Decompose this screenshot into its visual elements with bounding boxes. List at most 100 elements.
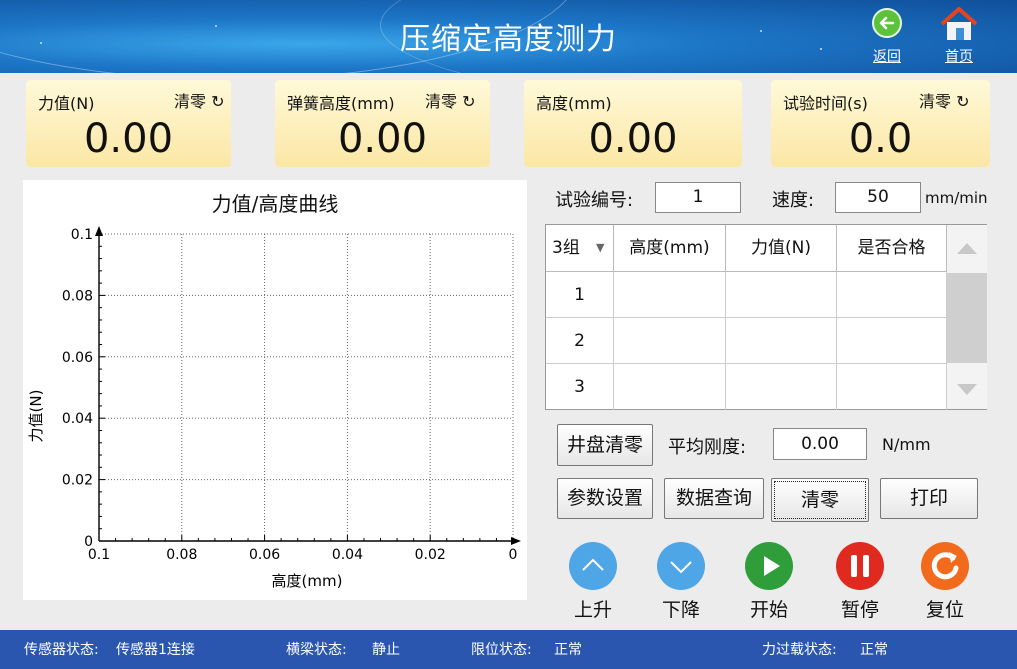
reset-icon — [921, 542, 969, 590]
height-panel: 高度(mm) 0.00 — [524, 80, 742, 167]
x-tick-label: 0.08 — [166, 547, 197, 563]
table-cell[interactable] — [837, 318, 947, 364]
zero-button[interactable]: 清零 — [771, 478, 869, 522]
avg-stiffness-value: 0.00 — [773, 428, 867, 460]
play-icon — [745, 542, 793, 590]
table-cell[interactable] — [726, 364, 837, 410]
y-tick-label: 0 — [84, 534, 93, 550]
dropdown-arrow-icon: ▼ — [596, 241, 605, 254]
force-zero-button[interactable]: 清零 ↻ — [174, 88, 225, 112]
test-time-panel: 试验时间(s) 清零 ↻ 0.0 — [771, 80, 990, 167]
pause-label: 暂停 — [840, 599, 879, 621]
y-tick-label: 0.1 — [71, 227, 93, 243]
home-label: 首页 — [945, 49, 973, 65]
y-tick-label: 0.04 — [62, 411, 93, 427]
test-no-label: 试验编号: — [555, 190, 634, 211]
x-tick-label: 0.02 — [415, 547, 446, 563]
down-label: 下降 — [661, 599, 700, 621]
x-axis-arrow — [511, 537, 521, 545]
data-query-button[interactable]: 数据查询 — [664, 478, 764, 519]
refresh-icon: ↻ — [206, 92, 225, 111]
spring-height-zero-button[interactable]: 清零 ↻ — [425, 88, 476, 112]
col-force-header: 力值(N) — [726, 225, 837, 272]
title-bar: 压缩定高度测力 返回 首页 — [0, 0, 1017, 73]
height-label: 高度(mm) — [536, 94, 612, 113]
home-button[interactable]: 首页 — [938, 6, 980, 68]
y-tick-label: 0.06 — [62, 350, 93, 366]
spring-height-panel: 弹簧高度(mm) 清零 ↻ 0.00 — [275, 80, 490, 167]
height-value: 0.00 — [588, 116, 678, 162]
chart-grid — [99, 233, 514, 541]
group-select-value: 3组 — [552, 238, 580, 258]
back-label: 返回 — [873, 49, 901, 65]
table-cell[interactable] — [837, 364, 947, 410]
table-row-number: 1 — [546, 272, 614, 318]
test-time-zero-button[interactable]: 清零 ↻ — [919, 88, 970, 112]
plate-zero-button[interactable]: 井盘清零 — [557, 424, 653, 466]
table-cell[interactable] — [726, 272, 837, 318]
x-tick-label: 0.04 — [332, 547, 363, 563]
x-tick-label: 0 — [509, 547, 518, 563]
spring-height-label: 弹簧高度(mm) — [287, 94, 395, 113]
sensor-status-label: 传感器状态: — [24, 642, 99, 658]
scroll-up-icon[interactable] — [956, 241, 978, 255]
spring-height-zero-label: 清零 — [425, 92, 458, 111]
sensor-status-value: 传感器1连接 — [116, 642, 195, 658]
start-control[interactable]: 开始 — [742, 542, 796, 622]
chart-ticks: 0.1 0.08 0.06 0.04 0.02 000.020.040.060.080.1 — [62, 227, 518, 563]
table-scroll-thumb[interactable] — [947, 273, 987, 363]
table-cell[interactable] — [726, 318, 837, 364]
force-panel: 力值(N) 清零 ↻ 0.00 — [26, 80, 231, 167]
col-pass-header: 是否合格 — [837, 225, 947, 272]
force-value: 0.00 — [83, 116, 174, 162]
speed-unit: mm/min — [925, 189, 988, 207]
speed-label: 速度: — [772, 190, 815, 211]
table-cell[interactable] — [837, 272, 947, 318]
status-bar: 传感器状态: 传感器1连接 横梁状态: 静止 限位状态: 正常 力过载状态: 正… — [0, 630, 1017, 669]
params-button[interactable]: 参数设置 — [557, 478, 653, 519]
y-tick-label: 0.02 — [62, 473, 93, 489]
refresh-icon: ↻ — [457, 92, 476, 111]
force-label: 力值(N) — [38, 94, 95, 113]
back-button[interactable]: 返回 — [866, 6, 908, 68]
table-row-number: 3 — [546, 364, 614, 410]
reset-control[interactable]: 复位 — [918, 542, 972, 622]
refresh-icon: ↻ — [951, 92, 970, 111]
group-select[interactable]: 3组 ▼ — [546, 225, 614, 272]
pause-icon — [836, 542, 884, 590]
chart-xlabel: 高度(mm) — [272, 572, 343, 590]
chevron-up-icon — [569, 542, 617, 590]
test-no-input[interactable]: 1 — [655, 182, 741, 213]
force-height-chart: 力值/高度曲线 0.1 0.08 0.06 0.04 0.02 0 0 0.02 0.04 0.0… — [23, 180, 527, 600]
chart-plot: 0.1 0.08 0.06 0.04 0.02 000.020.040.060.080.1… — [27, 226, 521, 590]
table-row-number: 2 — [546, 318, 614, 364]
up-label: 上升 — [573, 599, 612, 621]
y-tick-label: 0.08 — [62, 288, 93, 304]
home-icon — [940, 7, 978, 40]
avg-stiffness-label: 平均刚度: — [668, 437, 747, 458]
up-control[interactable]: 上升 — [566, 542, 620, 622]
chevron-down-icon — [657, 542, 705, 590]
y-axis-arrow — [95, 226, 103, 236]
chart-axes — [95, 226, 521, 545]
down-control[interactable]: 下降 — [654, 542, 708, 622]
force-zero-label: 清零 — [174, 92, 207, 111]
pause-control[interactable]: 暂停 — [833, 542, 887, 622]
overload-status-label: 力过载状态: — [762, 642, 837, 658]
beam-status-label: 横梁状态: — [286, 642, 347, 658]
table-cell[interactable] — [614, 364, 726, 410]
scroll-down-icon[interactable] — [956, 383, 978, 397]
test-time-value: 0.0 — [848, 116, 913, 162]
table-cell[interactable] — [614, 318, 726, 364]
col-height-header: 高度(mm) — [614, 225, 726, 272]
reset-label: 复位 — [925, 599, 964, 621]
results-table: 3组 ▼ 高度(mm) 力值(N) 是否合格 1 2 3 — [545, 224, 987, 410]
back-arrow-icon — [872, 8, 902, 38]
print-button[interactable]: 打印 — [880, 478, 978, 519]
test-time-zero-label: 清零 — [919, 92, 952, 111]
table-cell[interactable] — [614, 272, 726, 318]
x-tick-label: 0.06 — [249, 547, 280, 563]
speed-input[interactable]: 50 — [835, 182, 921, 213]
limit-status-label: 限位状态: — [471, 642, 532, 658]
test-time-label: 试验时间(s) — [783, 94, 868, 113]
